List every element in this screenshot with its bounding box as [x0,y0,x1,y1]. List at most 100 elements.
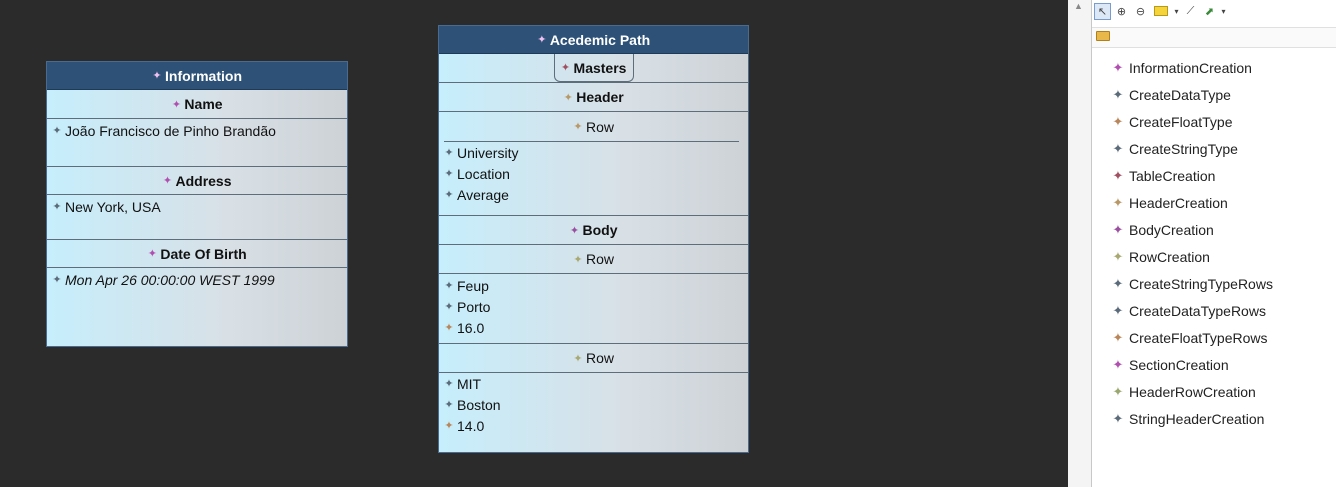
name-value-item[interactable]: ✦ João Francisco de Pinho Brandão [47,120,347,141]
header-row-title[interactable]: ✦ Row [439,112,748,141]
body-compartment-title[interactable]: ✦ Body [439,216,748,245]
header-item-label: Average [457,186,509,203]
dob-value: Mon Apr 26 00:00:00 WEST 1999 [65,271,275,288]
select-pointer-icon[interactable]: ↖ [1094,2,1111,20]
dob-compartment-title[interactable]: ✦ Date Of Birth [47,239,347,268]
address-compartment[interactable]: ✦ New York, USA [47,196,347,239]
palette-item-label: CreateFloatTypeRows [1129,329,1268,346]
tool-icon: ✦ [1112,329,1124,345]
header-item-label: Location [457,165,510,182]
string-type-icon: ✦ [444,378,454,390]
header-item-label: University [457,144,519,161]
connection-icon[interactable]: ⟋ [1182,3,1199,20]
float-type-icon: ✦ [444,420,454,432]
palette-item-table-creation[interactable]: ✦ TableCreation [1112,162,1273,189]
palette-item-create-float-type-rows[interactable]: ✦ CreateFloatTypeRows [1112,324,1273,351]
float-type-icon: ✦ [444,322,454,334]
palette-item-label: StringHeaderCreation [1129,410,1265,427]
row-item[interactable]: ✦ 16.0 [439,317,748,338]
table-icon: ✦ [560,62,571,74]
name-value: João Francisco de Pinho Brandão [65,122,276,139]
academic-path-node[interactable]: ✦ Acedemic Path ✦ Masters ✦ Header ✦ Row… [438,25,749,453]
diagram-canvas[interactable]: ✦ Information ✦ Name ✦ João Francisco de… [0,0,1068,487]
body-row-compartment[interactable]: ✦ MIT ✦ Boston ✦ 14.0 [439,373,748,436]
string-header-icon: ✦ [444,168,454,180]
row-item-value: 14.0 [457,417,485,434]
palette-item-create-string-type[interactable]: ✦ CreateStringType [1112,135,1273,162]
data-type-icon: ✦ [52,274,62,286]
header-compartment[interactable]: ✦ Row ✦ University ✦ Location ✦ Average [439,112,748,216]
palette-item-label: InformationCreation [1129,59,1252,76]
node-icon: ✦ [537,34,547,46]
body-row-title[interactable]: ✦ Row [439,344,748,373]
header-item[interactable]: ✦ University [439,142,748,163]
information-node[interactable]: ✦ Information ✦ Name ✦ João Francisco de… [46,61,348,347]
palette-item-label: TableCreation [1129,167,1216,184]
header-item[interactable]: ✦ Average [439,184,748,205]
tool-icon: ✦ [1112,59,1124,75]
palette-item-label: HeaderRowCreation [1129,383,1256,400]
body-row-title[interactable]: ✦ Row [439,245,748,274]
row-item[interactable]: ✦ MIT [439,373,748,394]
tool-icon: ✦ [1112,221,1124,237]
node-icon: ✦ [152,70,162,82]
note-attachment-icon[interactable]: ⬈ [1201,3,1218,20]
header-label: Header [576,89,624,105]
name-compartment[interactable]: ✦ João Francisco de Pinho Brandão [47,120,347,166]
row-item-value: 16.0 [457,319,485,336]
masters-table[interactable]: ✦ Masters [553,54,634,82]
tool-icon: ✦ [1112,356,1124,372]
string-type-icon: ✦ [52,201,62,213]
tool-icon: ✦ [1112,383,1124,399]
address-value-item[interactable]: ✦ New York, USA [47,196,347,217]
row-item-value: Boston [457,396,501,413]
attachment-dropdown-chevron-icon[interactable]: ▾ [1220,3,1227,20]
row-item[interactable]: ✦ Feup [439,275,748,296]
zoom-out-icon[interactable]: ⊖ [1132,3,1149,20]
palette-item-header-creation[interactable]: ✦ HeaderCreation [1112,189,1273,216]
zoom-in-icon[interactable]: ⊕ [1113,3,1130,20]
address-label: Address [175,172,232,189]
tool-icon: ✦ [1112,275,1124,291]
address-compartment-title[interactable]: ✦ Address [47,166,347,195]
palette-item-header-row-creation[interactable]: ✦ HeaderRowCreation [1112,378,1273,405]
information-node-header[interactable]: ✦ Information [47,62,347,90]
note-icon[interactable] [1151,3,1171,20]
palette-item-label: RowCreation [1129,248,1210,265]
palette-item-information-creation[interactable]: ✦ InformationCreation [1112,54,1273,81]
row-icon: ✦ [573,253,583,266]
name-compartment-title[interactable]: ✦ Name [47,90,347,119]
palette-item-create-data-type[interactable]: ✦ CreateDataType [1112,81,1273,108]
row-item[interactable]: ✦ 14.0 [439,415,748,436]
tool-icon: ✦ [1112,140,1124,156]
note-dropdown-chevron-icon[interactable]: ▾ [1173,3,1180,20]
tool-icon: ✦ [1112,410,1124,426]
palette-item-create-float-type[interactable]: ✦ CreateFloatType [1112,108,1273,135]
row-item[interactable]: ✦ Boston [439,394,748,415]
dob-value-item[interactable]: ✦ Mon Apr 26 00:00:00 WEST 1999 [47,269,347,290]
palette-item-string-header-creation[interactable]: ✦ StringHeaderCreation [1112,405,1273,432]
palette-toolbar: ↖ ⊕ ⊖ ▾ ⟋ ⬈ ▾ [1094,1,1227,21]
row-item[interactable]: ✦ Porto [439,296,748,317]
palette-item-create-string-type-rows[interactable]: ✦ CreateStringTypeRows [1112,270,1273,297]
palette-drawer[interactable] [1092,27,1336,48]
palette-item-body-creation[interactable]: ✦ BodyCreation [1112,216,1273,243]
academic-path-node-header[interactable]: ✦ Acedemic Path [439,26,748,54]
palette-item-row-creation[interactable]: ✦ RowCreation [1112,243,1273,270]
tool-icon: ✦ [1112,113,1124,129]
body-row-compartment[interactable]: ✦ Feup ✦ Porto ✦ 16.0 [439,274,748,344]
folder-open-icon[interactable] [1096,31,1110,41]
information-node-title: Information [165,67,242,84]
address-value: New York, USA [65,198,161,215]
string-header-icon: ✦ [444,189,454,201]
header-compartment-title[interactable]: ✦ Header [439,83,748,112]
palette-item-label: CreateStringTypeRows [1129,275,1273,292]
header-item[interactable]: ✦ Location [439,163,748,184]
palette-item-label: BodyCreation [1129,221,1214,238]
string-type-icon: ✦ [52,125,62,137]
table-compartment[interactable]: ✦ Masters [439,54,748,83]
scroll-up-arrow-icon[interactable]: ▲ [1074,1,1083,11]
palette-item-section-creation[interactable]: ✦ SectionCreation [1112,351,1273,378]
palette-item-create-data-type-rows[interactable]: ✦ CreateDataTypeRows [1112,297,1273,324]
dob-compartment[interactable]: ✦ Mon Apr 26 00:00:00 WEST 1999 [47,269,347,290]
